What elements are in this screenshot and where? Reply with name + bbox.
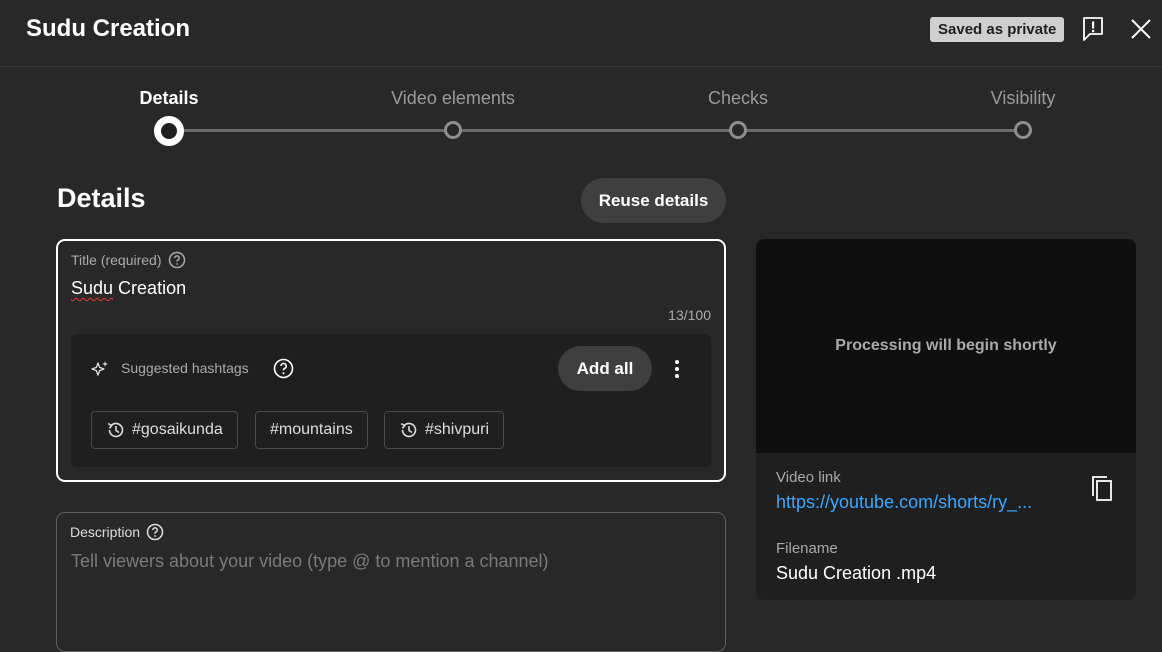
hashtag-chip-label: #mountains <box>270 421 353 438</box>
step-visibility-label[interactable]: Visibility <box>991 88 1056 109</box>
hashtag-chip[interactable]: #shivpuri <box>384 411 505 449</box>
sparkle-icon <box>91 361 108 376</box>
reuse-details-button[interactable]: Reuse details <box>581 178 726 223</box>
step-video-elements-dot[interactable] <box>444 121 462 139</box>
video-link-label: Video link <box>776 469 841 486</box>
description-field[interactable]: Description Tell viewers about your vide… <box>56 512 726 652</box>
add-all-hashtags-button[interactable]: Add all <box>558 346 652 391</box>
step-checks-label[interactable]: Checks <box>708 88 768 109</box>
help-icon[interactable] <box>273 358 294 379</box>
title-character-count: 13/100 <box>668 307 711 323</box>
copy-icon[interactable] <box>1090 475 1114 503</box>
close-icon[interactable] <box>1130 18 1152 40</box>
more-vert-icon[interactable] <box>668 358 686 380</box>
step-checks-dot[interactable] <box>729 121 747 139</box>
description-label: Description <box>70 524 141 540</box>
stepper-track <box>169 129 1024 132</box>
hashtag-chip[interactable]: #gosaikunda <box>91 411 238 449</box>
saved-status-badge: Saved as private <box>930 17 1065 42</box>
hashtag-chip-label: #shivpuri <box>425 421 490 438</box>
title-label-row: Title (required) <box>71 251 186 269</box>
step-details-label[interactable]: Details <box>139 88 198 109</box>
filename-value: Sudu Creation .mp4 <box>776 563 937 583</box>
history-icon <box>107 422 124 438</box>
video-preview-card: Processing will begin shortly Video link… <box>756 239 1136 600</box>
step-visibility-dot[interactable] <box>1014 121 1032 139</box>
feedback-icon[interactable] <box>1081 16 1105 42</box>
step-details-dot[interactable] <box>154 116 184 146</box>
video-link[interactable]: https://youtube.com/shorts/ry_... <box>776 492 1056 513</box>
dialog-title: Sudu Creation <box>26 15 191 42</box>
suggested-hashtags-panel: Suggested hashtags Add all #gosaikunda #… <box>71 334 711 467</box>
title-label: Title (required) <box>71 252 162 268</box>
description-placeholder: Tell viewers about your video (type @ to… <box>71 551 549 571</box>
title-field[interactable]: Title (required) Sudu Creation 13/100 Su… <box>56 239 726 482</box>
upload-stepper: Details Video elements Checks Visibility <box>0 67 1162 157</box>
step-video-elements-label[interactable]: Video elements <box>391 88 515 109</box>
help-icon[interactable] <box>146 523 164 541</box>
details-heading: Details <box>57 183 146 213</box>
title-value-rest: Creation <box>113 278 187 298</box>
filename-label: Filename <box>776 540 838 557</box>
history-icon <box>400 422 417 438</box>
hashtag-chip-label: #gosaikunda <box>132 421 223 438</box>
title-misspelled-word: Sudu <box>71 278 114 298</box>
hashtag-chip[interactable]: #mountains <box>255 411 368 449</box>
description-label-row: Description <box>70 523 164 541</box>
dialog-header: Sudu Creation Saved as private <box>0 0 1162 67</box>
video-preview[interactable]: Processing will begin shortly <box>756 239 1136 453</box>
help-icon[interactable] <box>168 251 186 269</box>
title-input[interactable]: Sudu Creation <box>71 278 186 299</box>
suggested-hashtags-label: Suggested hashtags <box>121 360 249 376</box>
processing-status-text: Processing will begin shortly <box>835 337 1057 354</box>
